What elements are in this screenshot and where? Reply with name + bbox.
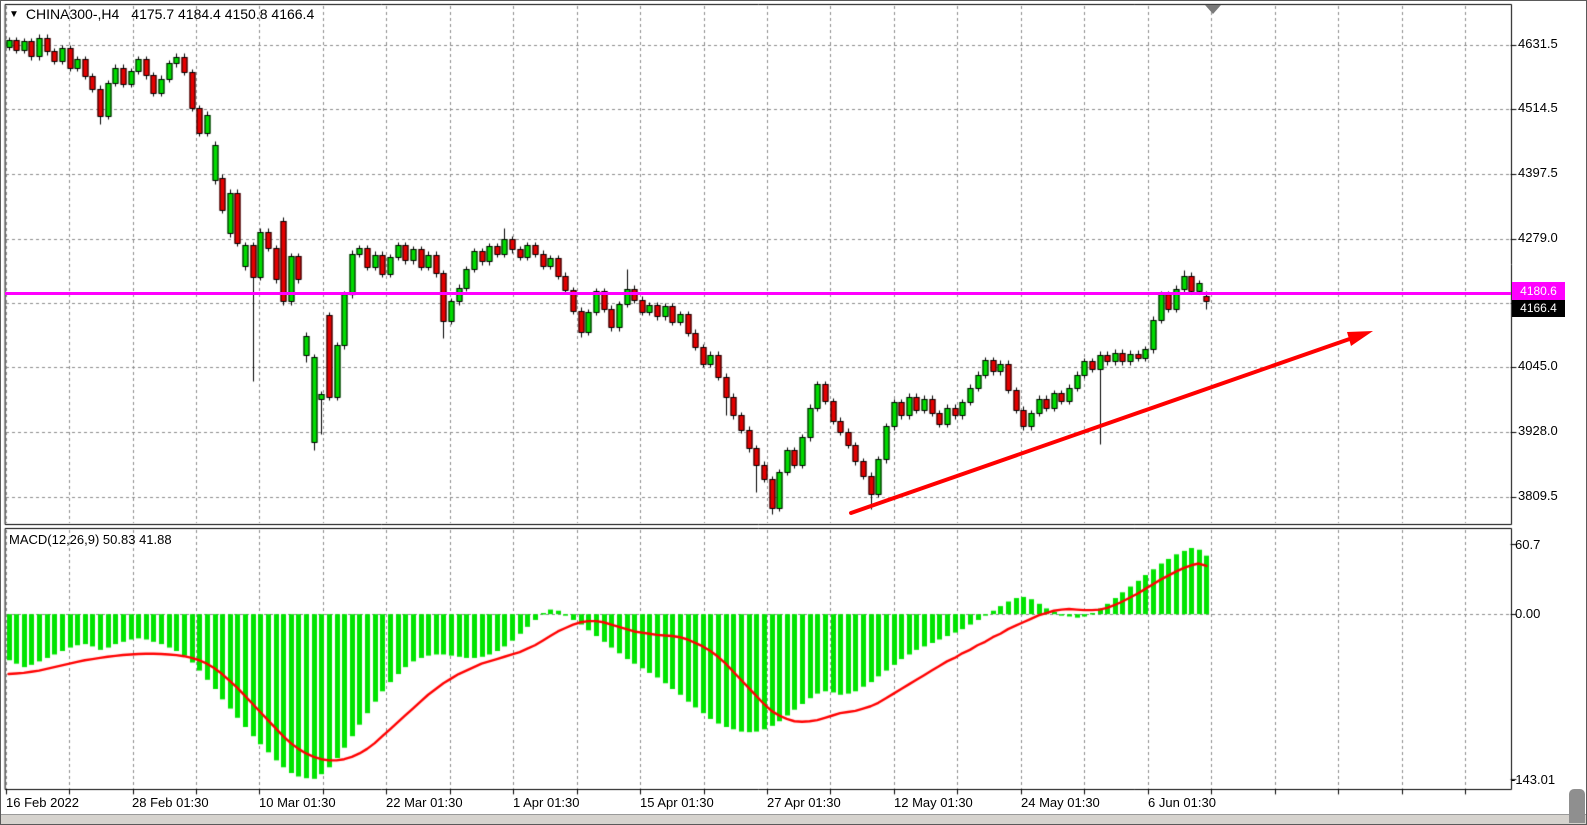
- macd-tick-label: 60.7: [1515, 537, 1540, 553]
- current-price-badge: 4166.4: [1512, 299, 1565, 317]
- macd-indicator-label: MACD(12,26,9) 50.83 41.88: [9, 532, 172, 547]
- price-tick-label: 4514.5: [1518, 100, 1558, 116]
- ohlc-values: 4175.7 4184.4 4150.8 4166.4: [131, 6, 314, 22]
- time-label: 22 Mar 01:30: [386, 795, 463, 811]
- macd-tick-label: 0.00: [1515, 606, 1540, 622]
- chart-window: ▼ CHINA300-,H4 4175.7 4184.4 4150.8 4166.4…: [0, 0, 1587, 825]
- price-tick-label: 3809.5: [1518, 488, 1558, 504]
- time-label: 1 Apr 01:30: [513, 795, 580, 811]
- price-tick-label: 3928.0: [1518, 423, 1558, 439]
- shift-marker-icon: [1205, 5, 1221, 14]
- macd-tick-label: -143.01: [1511, 772, 1555, 788]
- time-label: 6 Jun 01:30: [1148, 795, 1216, 811]
- time-label: 16 Feb 2022: [6, 795, 79, 811]
- time-label: 24 May 01:30: [1021, 795, 1100, 811]
- time-label: 27 Apr 01:30: [767, 795, 841, 811]
- price-tick-label: 4397.5: [1518, 165, 1558, 181]
- scrollbar-thumb[interactable]: [1569, 789, 1585, 823]
- price-line-badge[interactable]: 4180.6: [1512, 282, 1565, 300]
- time-label: 15 Apr 01:30: [640, 795, 714, 811]
- price-tick-label: 4279.0: [1518, 230, 1558, 246]
- price-tick-label: 4045.0: [1518, 358, 1558, 374]
- window-bottom-strip: [1, 814, 1586, 825]
- chart-canvas[interactable]: [1, 1, 1586, 824]
- price-tick-label: 4631.5: [1518, 36, 1558, 52]
- time-label: 28 Feb 01:30: [132, 795, 209, 811]
- symbol-dropdown-icon[interactable]: ▼: [9, 9, 19, 20]
- time-label: 10 Mar 01:30: [259, 795, 336, 811]
- time-label: 12 May 01:30: [894, 795, 973, 811]
- horizontal-price-line[interactable]: [5, 292, 1511, 295]
- chart-title: ▼ CHINA300-,H4 4175.7 4184.4 4150.8 4166.4: [9, 6, 314, 22]
- symbol-timeframe-label: CHINA300-,H4: [26, 6, 119, 22]
